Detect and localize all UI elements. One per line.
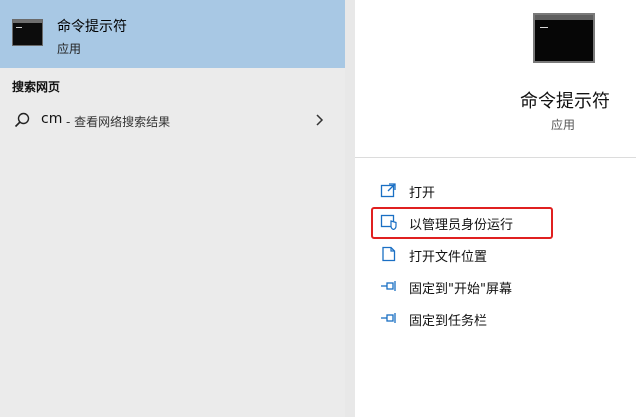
search-results-panel: 命令提示符 应用 搜索网页 cm - 查看网络搜索结果 <box>0 0 345 417</box>
action-open[interactable]: 打开 <box>375 177 615 203</box>
chevron-right-icon[interactable] <box>313 112 325 128</box>
web-search-suffix: - 查看网络搜索结果 <box>66 115 171 129</box>
action-pin-to-taskbar[interactable]: 固定到任务栏 <box>375 305 615 331</box>
action-open-file-location[interactable]: 打开文件位置 <box>375 241 615 267</box>
action-label: 固定到"开始"屏幕 <box>409 282 512 297</box>
action-pin-to-start[interactable]: 固定到"开始"屏幕 <box>375 273 615 299</box>
open-icon <box>380 183 396 198</box>
action-label: 固定到任务栏 <box>409 314 488 329</box>
best-match-title: 命令提示符 <box>57 19 127 35</box>
search-icon <box>14 112 30 128</box>
action-label: 打开文件位置 <box>409 250 488 265</box>
section-label-web: 搜索网页 <box>12 80 61 94</box>
web-search-result[interactable]: cm - 查看网络搜索结果 <box>0 104 345 136</box>
best-match-result[interactable]: 命令提示符 应用 <box>0 0 345 68</box>
divider <box>355 157 636 158</box>
highlight-annotation-box <box>371 207 553 239</box>
pin-icon <box>381 313 396 323</box>
app-title: 命令提示符 <box>520 91 610 112</box>
cmd-icon <box>12 19 43 46</box>
app-subtitle: 应用 <box>551 118 576 132</box>
file-location-icon <box>382 246 396 262</box>
pin-icon <box>381 281 396 291</box>
web-search-query: cm <box>41 111 63 127</box>
action-label: 打开 <box>409 186 436 201</box>
best-match-subtitle: 应用 <box>57 42 82 56</box>
cmd-icon-large <box>533 13 595 63</box>
